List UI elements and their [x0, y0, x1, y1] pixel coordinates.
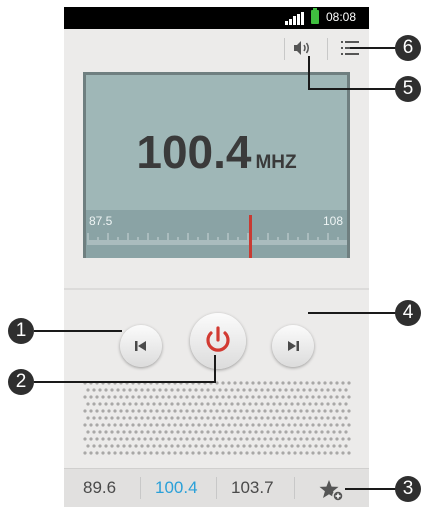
volume-icon[interactable] — [291, 39, 311, 57]
previous-station-icon — [135, 341, 146, 351]
next-station-button[interactable] — [272, 325, 314, 367]
range-min-label: 87.5 — [89, 214, 113, 228]
callout-badge-5: 5 — [395, 76, 421, 102]
callout-badge-3: 3 — [395, 476, 421, 502]
speaker-grille — [83, 381, 351, 455]
divider — [140, 477, 141, 499]
callout-line-2-vertical — [214, 355, 216, 383]
divider — [327, 38, 328, 60]
callout-line-1 — [34, 330, 122, 332]
power-button[interactable] — [190, 313, 246, 369]
frequency-unit: MHZ — [255, 152, 297, 173]
divider — [294, 477, 295, 499]
scale-ticks — [87, 233, 347, 245]
tuning-scale[interactable]: 87.5 108 — [86, 210, 347, 258]
range-max-label: 108 — [322, 214, 343, 228]
callout-badge-2: 2 — [8, 369, 34, 395]
callout-line-4 — [308, 312, 396, 314]
fm-radio-screen: 08:08 100.4 MHZ 87.5 108 89.6 100.4 103.… — [64, 7, 369, 507]
signal-icon — [285, 12, 305, 25]
frequency-value: 100.4 — [136, 126, 252, 178]
panel-divider — [64, 288, 369, 290]
callout-badge-6: 6 — [395, 35, 421, 61]
next-station-icon — [288, 341, 299, 351]
status-time: 08:08 — [326, 10, 357, 24]
divider — [284, 38, 285, 60]
frequency-display: 100.4 MHZ 87.5 108 — [83, 72, 350, 258]
callout-line-6 — [350, 47, 396, 49]
favorite-station-3[interactable]: 103.7 — [231, 478, 274, 498]
favorite-station-2[interactable]: 100.4 — [155, 478, 198, 498]
battery-icon — [311, 8, 319, 24]
status-bar: 08:08 — [64, 7, 369, 29]
callout-badge-4: 4 — [395, 300, 421, 326]
callout-line-3 — [345, 488, 397, 490]
divider — [216, 477, 217, 499]
callout-line-5 — [308, 88, 396, 90]
frequency-readout: 100.4 MHZ — [86, 125, 347, 179]
star-add-icon[interactable] — [319, 479, 345, 503]
callout-line-5-vertical — [308, 56, 310, 89]
tuning-needle[interactable] — [249, 215, 252, 258]
favorite-station-1[interactable]: 89.6 — [83, 478, 116, 498]
callout-line-2 — [34, 381, 215, 383]
power-icon — [206, 326, 230, 352]
callout-badge-1: 1 — [8, 318, 34, 344]
previous-station-button[interactable] — [120, 325, 162, 367]
